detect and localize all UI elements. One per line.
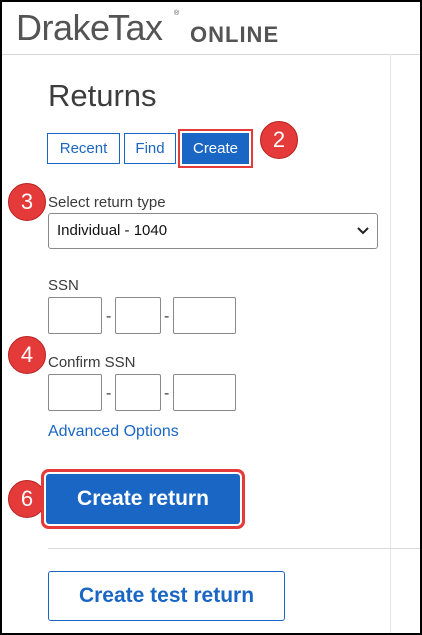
confirm-ssn-separator-1: - [106,385,112,402]
section-divider [48,548,420,549]
tab-find[interactable]: Find [124,133,176,164]
chevron-down-icon [357,227,369,235]
tab-recent[interactable]: Recent [47,133,120,164]
header: Drake Tax ® ONLINE [2,2,420,55]
ssn-part1-input[interactable] [48,297,102,334]
ssn-part2-input[interactable] [115,297,161,334]
advanced-options-link[interactable]: Advanced Options [48,422,179,442]
create-return-button[interactable]: Create return [46,474,240,524]
ssn-separator-1: - [106,308,112,325]
confirm-ssn-separator-2: - [164,385,170,402]
ssn-part3-input[interactable] [173,297,236,334]
step-callout-4: 4 [8,336,46,374]
return-type-select[interactable]: Individual - 1040 [48,213,378,249]
step-callout-6: 6 [8,480,46,518]
confirm-ssn-part2-input[interactable] [115,374,161,411]
ssn-separator-2: - [164,308,170,325]
logo-drake-text: Drake [16,7,110,48]
panel-divider [390,54,391,633]
confirm-ssn-part1-input[interactable] [48,374,102,411]
confirm-ssn-label: Confirm SSN [48,354,136,371]
return-type-value: Individual - 1040 [57,222,168,239]
logo-online-text: ONLINE [190,22,280,47]
page-title: Returns [48,78,157,113]
logo-trademark: ® [174,10,180,17]
return-type-label: Select return type [48,194,166,211]
step-callout-2: 2 [260,121,298,159]
tab-create[interactable]: Create [182,133,249,164]
ssn-label: SSN [48,277,79,294]
confirm-ssn-part3-input[interactable] [173,374,236,411]
logo-tax-text: Tax [108,7,163,48]
step-callout-3: 3 [8,183,46,221]
app-window: Drake Tax ® ONLINE Returns Recent Find C… [0,0,422,635]
create-test-return-button[interactable]: Create test return [48,571,285,621]
